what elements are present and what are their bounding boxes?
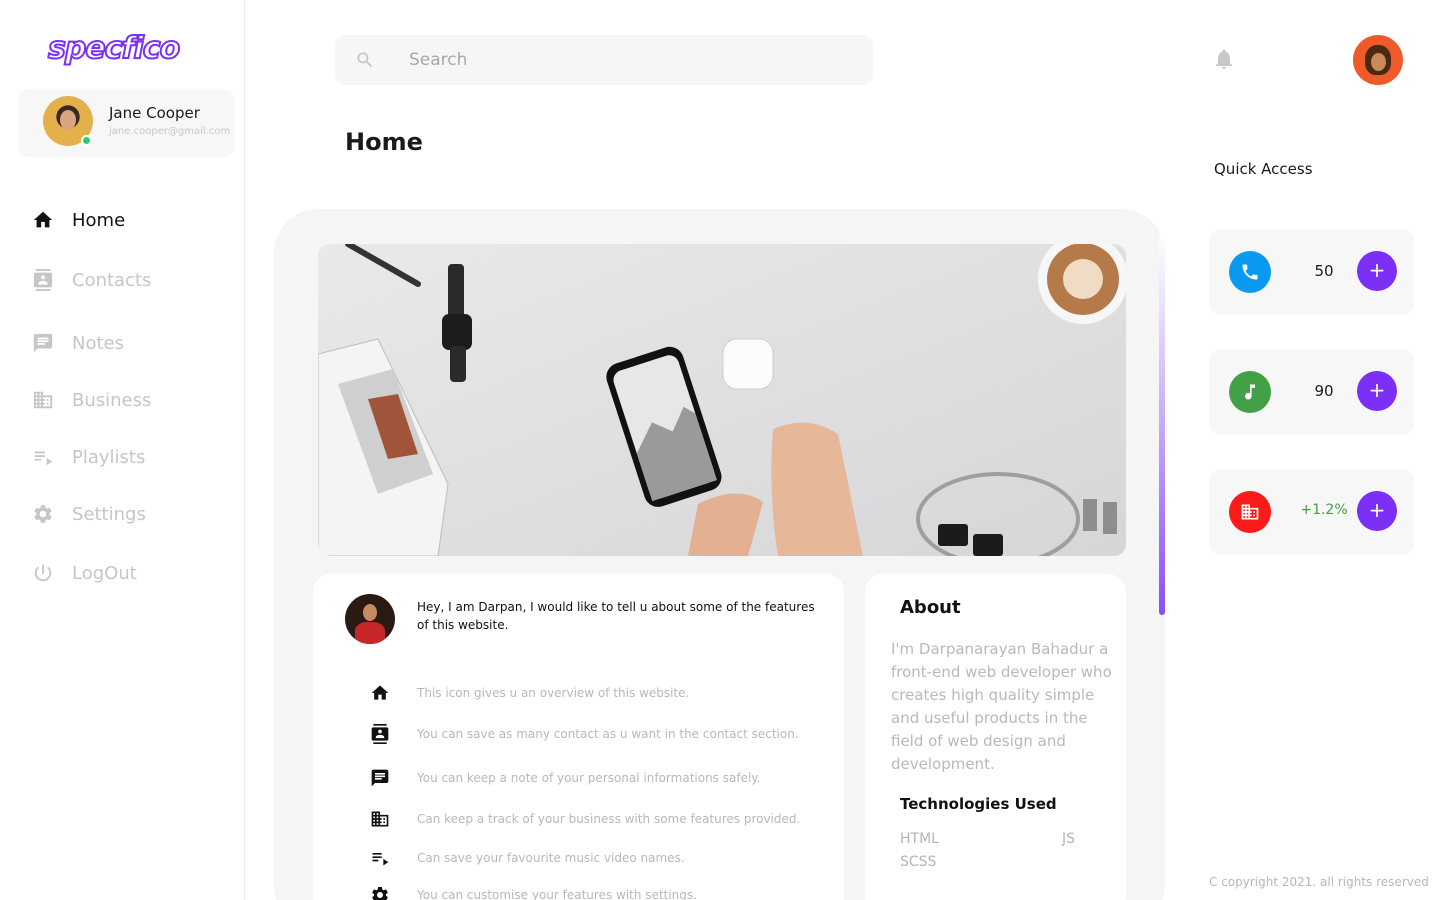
power-icon	[32, 562, 54, 584]
search-icon	[355, 50, 375, 70]
hero-image	[318, 244, 1126, 556]
intro-card: Hey, I am Darpan, I would like to tell u…	[313, 574, 844, 900]
copyright-text: C copyright 2021. all rights reserved	[1209, 875, 1429, 889]
business-icon[interactable]	[1229, 491, 1271, 533]
business-icon	[32, 389, 54, 411]
technology-item: SCSS	[900, 854, 937, 870]
playlist-icon	[32, 446, 54, 468]
phone-icon[interactable]	[1229, 251, 1271, 293]
author-avatar	[345, 594, 395, 644]
playlist-icon	[367, 846, 393, 870]
sidebar-item-business[interactable]: Business	[32, 385, 232, 415]
quick-access-card: 50 +	[1209, 229, 1414, 315]
quick-access-value: +1.2%	[1300, 502, 1348, 518]
technology-item: HTML	[900, 831, 939, 847]
technology-item: JS	[1062, 831, 1076, 847]
sidebar-item-label: Business	[72, 389, 152, 411]
about-card: About I'm Darpanarayan Bahadur a front-e…	[865, 574, 1126, 900]
feature-text: You can save as many contact as u want i…	[417, 727, 799, 741]
sidebar-item-playlists[interactable]: Playlists	[32, 442, 232, 472]
quick-access-value: 90	[1314, 382, 1334, 400]
sidebar: specfico Jane Cooper jane.cooper@gmail.c…	[0, 0, 245, 900]
business-icon	[367, 807, 393, 831]
quick-access-card: +1.2% +	[1209, 469, 1414, 555]
feature-item: Can keep a track of your business with s…	[367, 807, 827, 831]
sidebar-item-home[interactable]: Home	[32, 205, 232, 235]
sidebar-item-contacts[interactable]: Contacts	[32, 265, 232, 295]
home-icon	[367, 681, 393, 705]
add-button[interactable]: +	[1357, 491, 1397, 531]
app-logo[interactable]: specfico	[47, 30, 181, 67]
sidebar-item-label: Home	[72, 209, 126, 231]
quick-access-value: 50	[1314, 262, 1334, 280]
quick-access-title: Quick Access	[1214, 160, 1313, 178]
sidebar-item-notes[interactable]: Notes	[32, 328, 232, 358]
profile-email: jane.cooper@gmail.com	[109, 126, 231, 137]
feature-item: You can customise your features with set…	[367, 883, 827, 900]
feature-item: You can save as many contact as u want i…	[367, 722, 827, 746]
feature-text: You can keep a note of your personal inf…	[417, 771, 761, 785]
search-bar[interactable]	[335, 35, 873, 85]
bell-icon[interactable]	[1212, 46, 1236, 72]
sidebar-item-label: Settings	[72, 503, 146, 525]
add-button[interactable]: +	[1357, 251, 1397, 291]
feature-item: You can keep a note of your personal inf…	[367, 766, 827, 790]
feature-text: Can keep a track of your business with s…	[417, 812, 801, 826]
contacts-icon	[367, 722, 393, 746]
page-title: Home	[345, 128, 423, 156]
music-icon[interactable]	[1229, 371, 1271, 413]
sidebar-item-label: LogOut	[72, 562, 137, 584]
feature-item: This icon gives u an overview of this we…	[367, 681, 827, 705]
notes-icon	[32, 332, 54, 354]
technologies-title: Technologies Used	[900, 795, 1057, 813]
gear-icon	[367, 883, 393, 900]
user-avatar[interactable]	[1353, 35, 1403, 85]
sidebar-item-logout[interactable]: LogOut	[32, 558, 232, 588]
gear-icon	[32, 503, 54, 525]
sidebar-item-label: Notes	[72, 332, 124, 354]
feature-item: Can save your favourite music video name…	[367, 846, 827, 870]
profile-name: Jane Cooper	[109, 104, 200, 122]
online-status-dot	[81, 135, 92, 146]
about-text: I'm Darpanarayan Bahadur a front-end web…	[891, 640, 1112, 773]
search-input[interactable]	[409, 45, 849, 75]
add-button[interactable]: +	[1357, 371, 1397, 411]
scrollbar[interactable]	[1159, 235, 1165, 615]
feature-text: You can customise your features with set…	[417, 888, 697, 900]
profile-card[interactable]: Jane Cooper jane.cooper@gmail.com	[18, 89, 235, 157]
contacts-icon	[32, 269, 54, 291]
quick-access-card: 90 +	[1209, 349, 1414, 435]
sidebar-item-label: Contacts	[72, 269, 152, 291]
notes-icon	[367, 766, 393, 790]
intro-text: Hey, I am Darpan, I would like to tell u…	[417, 600, 815, 632]
feature-text: This icon gives u an overview of this we…	[417, 686, 690, 700]
about-title: About	[900, 597, 961, 618]
feature-text: Can save your favourite music video name…	[417, 851, 685, 865]
sidebar-item-settings[interactable]: Settings	[32, 499, 232, 529]
home-icon	[32, 209, 54, 231]
sidebar-item-label: Playlists	[72, 446, 146, 468]
